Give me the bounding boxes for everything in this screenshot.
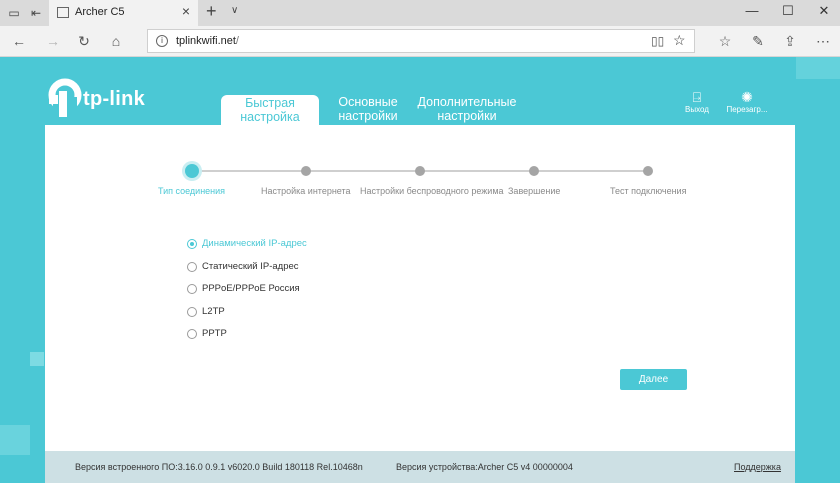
step-label-finish: Завершение [508,186,561,196]
browser-tab[interactable]: Archer C5 × [49,0,198,26]
back-tab-icon[interactable]: ⇤ [28,5,44,21]
address-host: tplinkwifi.net [176,35,236,47]
maximize-icon[interactable]: ☐ [778,3,798,19]
tab-advanced-settings[interactable]: Дополнительные настройки [412,95,522,123]
share-icon[interactable]: ⇪ [781,32,799,50]
radio-button[interactable] [187,284,197,294]
address-bar[interactable]: i tplinkwifi.net/ ▯▯ ☆ [147,29,695,53]
back-icon[interactable]: ← [10,32,28,50]
bg-decoration [0,425,30,455]
browser-tab-bar: ▭ ⇤ Archer C5 × + ∨ — ☐ ✕ [0,0,840,26]
step-label-connection-type: Тип соединения [158,186,226,196]
reboot-button[interactable]: ✺ Перезагр... [722,89,772,115]
option-label: Статический IP-адрес [202,261,299,272]
minimize-icon[interactable]: — [742,3,762,18]
tab-label-line2: настройки [338,109,398,123]
tab-basic-settings[interactable]: Основные настройки [335,95,401,123]
tab-title: Archer C5 [75,6,125,18]
favorite-star-icon[interactable]: ☆ [673,32,686,49]
close-window-icon[interactable]: ✕ [814,3,834,19]
address-text[interactable]: tplinkwifi.net/ [176,35,239,47]
refresh-icon[interactable]: ↻ [75,32,93,50]
new-tab-icon[interactable]: + [206,1,217,22]
step-dot-internet [301,166,311,176]
tab-quick-setup[interactable]: Быстрая настройка [221,95,319,126]
tab-label-line1: Основные [338,95,398,109]
step-dot-test [643,166,653,176]
more-icon[interactable]: ⋯ [814,32,832,50]
tab-label-line1: Быстрая [245,96,295,110]
radio-button[interactable] [187,329,197,339]
radio-button[interactable] [187,239,197,249]
brand-name: tp-link [83,88,146,110]
forward-icon[interactable]: → [44,32,62,50]
step-dot-connection-type [185,164,199,178]
step-label-test: Тест подключения [610,186,687,196]
page-footer: Версия встроенного ПО:3.16.0 0.9.1 v6020… [45,451,795,483]
close-tab-icon[interactable]: × [182,3,190,19]
tab-label-line2: настройки [437,109,497,123]
address-path: / [235,35,239,47]
step-dot-finish [529,166,539,176]
step-dot-wireless [415,166,425,176]
browser-nav-bar: ← → ↻ ⌂ i tplinkwifi.net/ ▯▯ ☆ ☆ ✎ ⇪ ⋯ [0,26,840,57]
pen-icon[interactable]: ✎ [749,32,767,50]
favicon-icon [57,7,69,18]
option-label: L2TP [202,306,225,317]
radio-button[interactable] [187,307,197,317]
radio-button[interactable] [187,262,197,272]
tab-label-line1: Дополнительные [417,95,517,109]
bg-decoration [796,57,840,79]
next-button[interactable]: Далее [620,369,687,390]
support-link[interactable]: Поддержка [734,462,781,472]
step-label-internet: Настройка интернета [261,186,351,196]
reboot-label: Перезагр... [726,105,768,114]
option-label: Динамический IP-адрес [202,238,307,249]
tab-label-line2: настройка [240,110,300,124]
step-label-wireless: Настройки беспроводного режима [360,186,504,196]
logout-label: Выход [685,105,709,114]
tab-list-icon[interactable]: ▭ [6,5,22,21]
router-page: tp-link Быстрая настройка Основные настр… [0,57,840,483]
tab-menu-icon[interactable]: ∨ [231,5,238,16]
logout-button[interactable]: ⍈ Выход [680,89,714,115]
logout-icon: ⍈ [692,89,702,105]
firmware-version: Версия встроенного ПО:3.16.0 0.9.1 v6020… [75,462,363,472]
home-icon[interactable]: ⌂ [107,32,125,50]
site-info-icon[interactable]: i [156,35,168,47]
favorites-icon[interactable]: ☆ [716,32,734,50]
hardware-version: Версия устройства:Archer C5 v4 00000004 [396,462,573,472]
reboot-icon: ✺ [741,89,753,105]
bg-decoration [30,352,44,366]
option-label: PPPoE/PPPoE Россия [202,283,300,294]
reading-view-icon[interactable]: ▯▯ [651,34,664,48]
option-label: PPTP [202,328,227,339]
